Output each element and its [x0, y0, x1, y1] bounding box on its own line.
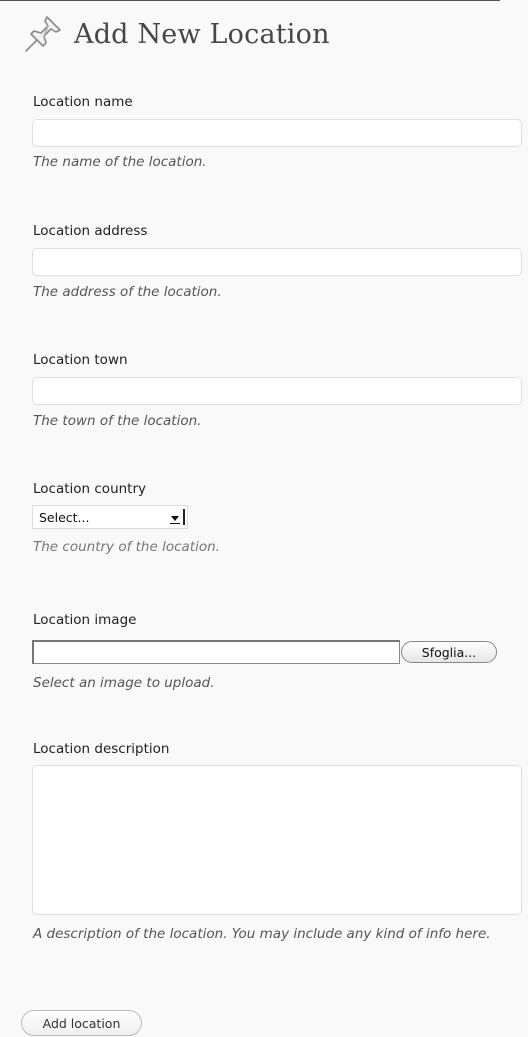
location-name-hint: The name of the location.: [33, 154, 207, 170]
location-description-label: Location description: [33, 741, 170, 757]
location-country-selected-value: Select...: [39, 509, 90, 525]
location-description-textarea[interactable]: [32, 765, 522, 915]
location-address-hint: The address of the location.: [33, 284, 222, 300]
page-title: Add New Location: [74, 18, 330, 50]
location-address-label: Location address: [33, 223, 148, 239]
chevron-down-icon: [167, 509, 185, 525]
location-image-label: Location image: [33, 612, 137, 628]
location-town-hint: The town of the location.: [33, 413, 202, 429]
location-image-hint: Select an image to upload.: [33, 675, 215, 691]
location-country-label: Location country: [33, 481, 147, 497]
location-name-label: Location name: [33, 94, 133, 110]
location-name-input[interactable]: [32, 119, 522, 147]
location-description-hint: A description of the location. You may i…: [33, 926, 491, 942]
location-town-label: Location town: [33, 352, 128, 368]
add-location-button[interactable]: Add location: [21, 1010, 142, 1036]
page-header: Add New Location: [20, 6, 330, 62]
location-country-hint: The country of the location.: [33, 539, 220, 555]
location-address-input[interactable]: [32, 248, 522, 276]
add-location-page: Add New Location Location name The name …: [0, 0, 528, 1037]
location-country-select[interactable]: Select...: [32, 505, 188, 529]
top-divider: [0, 0, 500, 1]
location-image-file-field[interactable]: [32, 640, 400, 664]
browse-button[interactable]: Sfoglia...: [401, 641, 497, 663]
location-town-input[interactable]: [32, 377, 522, 405]
pushpin-icon: [20, 11, 66, 57]
